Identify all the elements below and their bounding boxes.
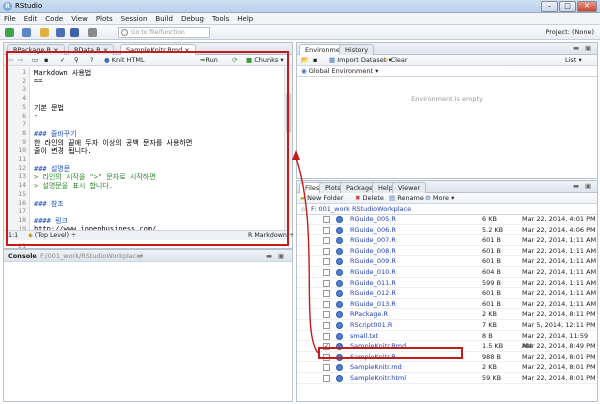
arrow-curve [295,157,319,354]
arrow-head [292,150,300,160]
annotation-arrow [292,150,319,354]
